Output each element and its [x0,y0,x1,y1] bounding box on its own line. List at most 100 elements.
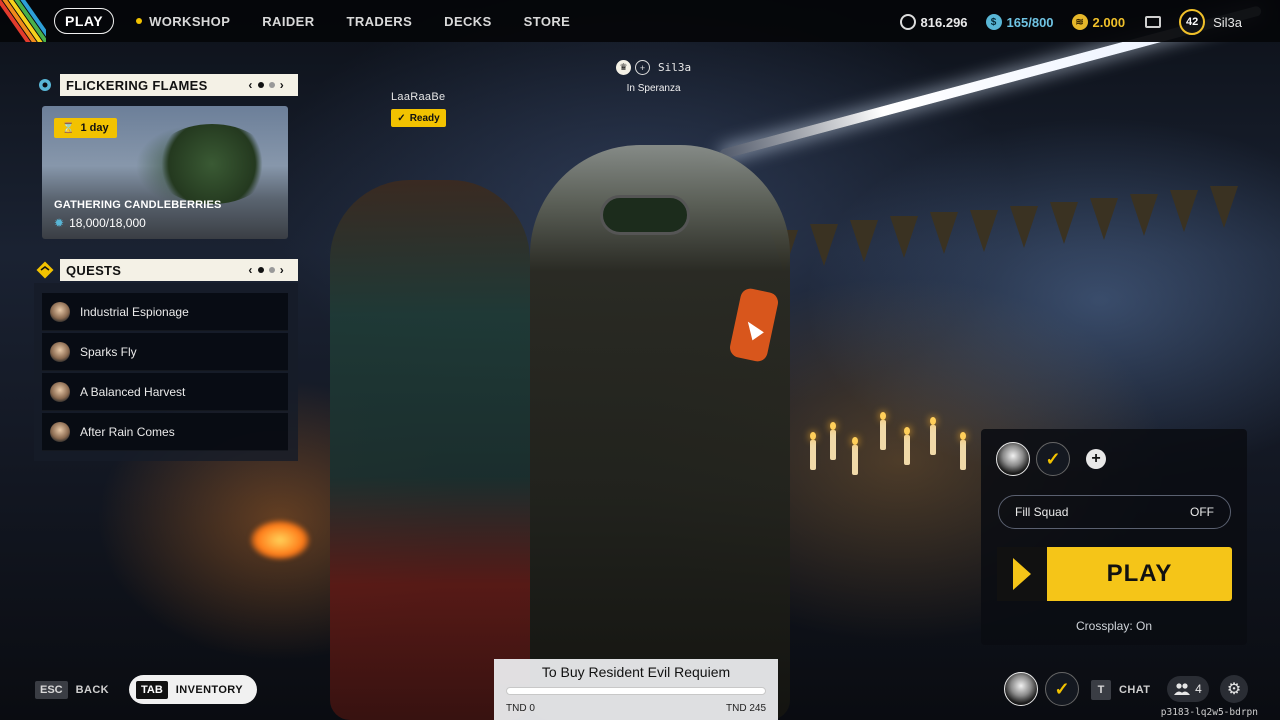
fill-squad-value: OFF [1190,505,1214,519]
ready-check-icon[interactable]: ✓ [1036,442,1070,476]
party-row: ✓ + [996,442,1106,476]
player-label: ♛ + Sil3a In Speranza [616,60,691,94]
purchase-max-label: TND 245 [725,703,766,714]
quest-item[interactable]: Sparks Fly [42,333,288,371]
quest-giver-avatar [50,421,70,442]
fire-barrel [250,520,310,560]
nav-workshop-label: WORKSHOP [149,13,231,29]
currency-gold[interactable]: ≋ 2.000 [1071,14,1126,30]
friends-icon [1174,683,1191,695]
gear-icon [34,74,56,96]
nav-raider[interactable]: RAIDER [262,14,314,29]
gold-token-icon: ≋ [1071,14,1088,30]
pager-dot[interactable] [268,267,275,273]
purchase-goal-title: To Buy Resident Evil Requiem [541,664,731,680]
quest-item[interactable]: Industrial Espionage [42,293,288,331]
quests-title: QUESTS [66,262,122,278]
quest-list: Industrial Espionage Sparks Fly A Balanc… [34,283,298,461]
player-location: In Speranza [626,83,681,94]
friends-button[interactable]: 4 [1167,676,1209,702]
pager-dot[interactable] [257,82,264,88]
check-icon: ✓ [397,112,406,124]
pager-next-button[interactable]: › [280,78,284,92]
currency-gold-value: 2.000 [1092,14,1126,30]
time-remaining-label: 1 day [80,122,109,134]
chat-button[interactable]: T CHAT [1091,680,1150,700]
hourglass-icon: ⌛ [62,122,75,134]
gas-mask [600,195,690,235]
play-arrow-icon [997,547,1047,601]
candles [800,400,980,490]
quest-title: Sparks Fly [80,344,137,359]
fill-squad-toggle[interactable]: Fill Squad OFF [998,495,1231,529]
currency-blue-value: 165/800 [1006,14,1054,30]
currency-blue[interactable]: $ 165/800 [985,14,1054,30]
player-name: Sil3a [658,61,692,74]
main-nav: PLAY WORKSHOP RAIDER TRADERS DECKS STORE [54,8,570,34]
add-friend-icon[interactable]: + [635,60,650,75]
quest-diamond-icon [34,259,56,281]
notification-dot-icon [136,18,143,24]
pager-dot[interactable] [268,82,275,88]
ready-label: Ready [409,112,440,124]
nav-decks[interactable]: DECKS [444,14,492,29]
event-progress: ✹ 18,000/18,000 [54,216,146,230]
blue-token-icon: $ [985,14,1002,30]
friends-count: 4 [1195,682,1202,696]
bunting-decoration [760,186,1280,330]
ready-badge: ✓ Ready [391,109,446,127]
quest-title: A Balanced Harvest [80,384,186,399]
quest-giver-avatar [50,381,70,402]
nav-workshop[interactable]: WORKSHOP [136,14,230,29]
pager-prev-button[interactable]: ‹ [248,78,252,92]
back-label: BACK [75,684,110,696]
time-remaining-badge: ⌛ 1 day [54,118,117,138]
crown-icon: ♛ [616,60,631,75]
session-id: p3183-lq2w5-bdrpn [1160,707,1258,718]
event-card-title: GATHERING CANDLEBERRIES [54,199,222,211]
quest-item[interactable]: After Rain Comes [42,413,288,451]
event-progress-value: 18,000/18,000 [69,216,146,230]
coins-icon [899,14,916,30]
quest-giver-avatar [50,301,70,322]
chat-label: CHAT [1119,684,1151,696]
gear-icon: ✹ [54,216,65,230]
player-level-badge[interactable]: 42 [1179,9,1206,35]
ready-check-icon[interactable]: ✓ [1045,672,1079,706]
pager-dot[interactable] [257,267,264,273]
back-button[interactable]: ESC BACK [35,681,109,699]
quests-pager: ‹ › [248,263,284,277]
esc-key: ESC [35,681,68,699]
crossplay-status[interactable]: Crossplay: On [981,619,1247,633]
purchase-goal-widget: To Buy Resident Evil Requiem TND 0 TND 2… [494,659,778,720]
event-pager: ‹ › [248,78,284,92]
event-card[interactable]: ⌛ 1 day GATHERING CANDLEBERRIES ✹ 18,000… [42,106,288,239]
play-button[interactable]: PLAY [997,547,1232,601]
currency-coins[interactable]: 816.296 [899,14,968,30]
settings-gear-icon[interactable]: ⚙ [1220,675,1248,703]
top-navigation-bar: PLAY WORKSHOP RAIDER TRADERS DECKS STORE… [0,0,1280,42]
inventory-label: INVENTORY [175,683,243,696]
purchase-progress-bar [506,687,766,695]
pager-prev-button[interactable]: ‹ [248,263,252,277]
tab-key: TAB [136,680,168,699]
purchase-min-label: TND 0 [506,703,535,714]
add-squad-member-button[interactable]: + [1086,449,1106,469]
chat-key: T [1091,680,1111,700]
inventory-button[interactable]: TAB INVENTORY [129,675,257,704]
quest-giver-avatar [50,341,70,362]
quest-item[interactable]: A Balanced Harvest [42,373,288,411]
squad-leader-avatar[interactable] [1004,672,1038,706]
mail-icon[interactable] [1145,16,1162,28]
pager-next-button[interactable]: › [280,263,284,277]
username[interactable]: Sil3a [1213,15,1242,30]
nav-traders[interactable]: TRADERS [347,14,413,29]
play-panel: ✓ + Fill Squad OFF PLAY Crossplay: On [981,429,1247,645]
squad-member-name: LaaRaaBe [391,91,446,103]
squad-leader-avatar[interactable] [996,442,1030,476]
nav-store[interactable]: STORE [524,14,571,29]
character-left [330,180,530,720]
currency-coins-value: 816.296 [920,14,968,30]
nav-play[interactable]: PLAY [54,8,115,34]
candleberry-tree-image [152,124,272,204]
